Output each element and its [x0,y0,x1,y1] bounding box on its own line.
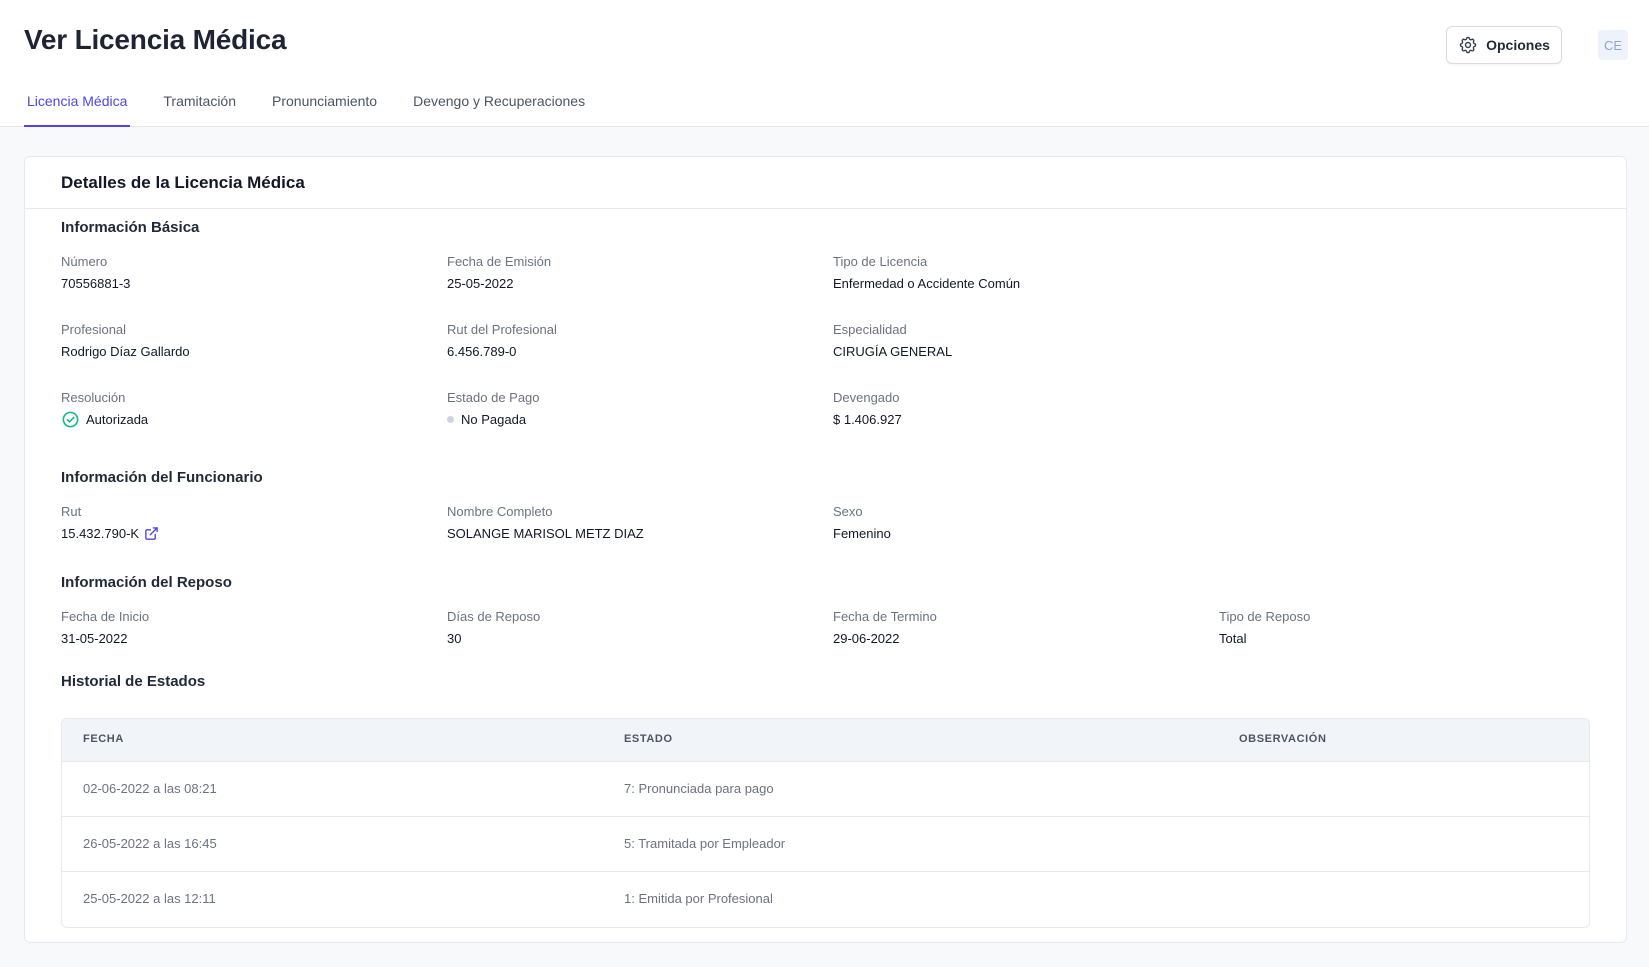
field-label: Profesional [61,322,127,337]
column-header-fecha: FECHA [83,733,124,745]
field-label: Tipo de Reposo [1219,609,1311,624]
gear-icon [1459,36,1477,54]
field-tipo-reposo: Tipo de Reposo Total [1219,609,1310,646]
field-value: 30 [447,630,462,646]
resolution-status: Autorizada [61,411,148,427]
field-rut: Rut 15.432.790-K [61,504,159,541]
field-numero: Número 70556881-3 [61,254,130,291]
cell-fecha: 26-05-2022 a las 16:45 [83,836,217,851]
field-value: Total [1219,630,1247,646]
field-devengado: Devengado $ 1.406.927 [833,390,902,427]
field-value: SOLANGE MARISOL METZ DIAZ [447,525,644,541]
tab-licencia-medica[interactable]: Licencia Médica [24,86,131,127]
field-estado-pago: Estado de Pago No Pagada [447,390,540,427]
details-card: Detalles de la Licencia Médica Informaci… [24,156,1627,943]
cell-estado: 7: Pronunciada para pago [624,781,774,796]
payment-status-label: No Pagada [461,411,527,427]
section-title-basic: Información Básica [61,219,200,236]
field-nombre-completo: Nombre Completo SOLANGE MARISOL METZ DIA… [447,504,644,541]
column-header-observacion: OBSERVACIÓN [1239,733,1327,745]
status-dot-icon [447,415,454,423]
field-value: 29-06-2022 [833,630,900,646]
table-header: FECHA ESTADO OBSERVACIÓN [62,719,1589,762]
field-value: Rodrigo Díaz Gallardo [61,343,190,359]
section-title-historial: Historial de Estados [61,673,206,690]
field-value: 25-05-2022 [447,275,514,291]
cell-fecha: 25-05-2022 a las 12:11 [83,891,216,906]
field-value: CIRUGÍA GENERAL [833,343,953,359]
table-row: 02-06-2022 a las 08:21 7: Pronunciada pa… [62,762,1589,817]
field-label: Devengado [833,390,900,405]
field-resolucion: Resolución Autorizada [61,390,148,427]
field-label: Rut [61,504,82,519]
external-link-icon[interactable] [144,526,159,541]
avatar[interactable]: CE [1598,30,1628,60]
field-tipo-licencia: Tipo de Licencia Enfermedad o Accidente … [833,254,1020,291]
field-fecha-inicio: Fecha de Inicio 31-05-2022 [61,609,149,646]
field-especialidad: Especialidad CIRUGÍA GENERAL [833,322,952,359]
payment-status: No Pagada [447,411,540,427]
options-button[interactable]: Opciones [1446,26,1562,64]
column-header-estado: ESTADO [624,733,673,745]
field-label: Rut del Profesional [447,322,557,337]
section-title-funcionario: Información del Funcionario [61,469,263,486]
field-value: 6.456.789-0 [447,343,517,359]
field-label: Número [61,254,108,269]
field-label: Días de Reposo [447,609,541,624]
field-label: Tipo de Licencia [833,254,928,269]
field-label: Estado de Pago [447,390,540,405]
cell-estado: 1: Emitida por Profesional [624,891,773,906]
tab-bar: Licencia Médica Tramitación Pronunciamie… [24,86,618,127]
rut-value: 15.432.790-K [61,525,140,541]
tab-devengo-recuperaciones[interactable]: Devengo y Recuperaciones [410,86,588,127]
field-label: Especialidad [833,322,907,337]
field-fecha-termino: Fecha de Termino 29-06-2022 [833,609,937,646]
field-label: Nombre Completo [447,504,553,519]
tab-pronunciamiento[interactable]: Pronunciamiento [269,86,380,127]
field-value: Femenino [833,525,891,541]
status-history-table: FECHA ESTADO OBSERVACIÓN 02-06-2022 a la… [61,718,1590,928]
field-sexo: Sexo Femenino [833,504,891,541]
field-label: Resolución [61,390,126,405]
field-label: Fecha de Inicio [61,609,150,624]
table-row: 26-05-2022 a las 16:45 5: Tramitada por … [62,817,1589,872]
field-label: Sexo [833,504,863,519]
table-row: 25-05-2022 a las 12:11 1: Emitida por Pr… [62,872,1589,927]
field-value: 70556881-3 [61,275,131,291]
field-value: 31-05-2022 [61,630,128,646]
top-bar: Ver Licencia Médica Opciones CE Licencia… [0,0,1649,127]
field-profesional: Profesional Rodrigo Díaz Gallardo [61,322,190,359]
field-dias-reposo: Días de Reposo 30 [447,609,540,646]
resolution-status-label: Autorizada [86,411,149,427]
card-title: Detalles de la Licencia Médica [25,157,1626,209]
field-fecha-emision: Fecha de Emisión 25-05-2022 [447,254,551,291]
field-label: Fecha de Termino [833,609,937,624]
field-value: $ 1.406.927 [833,411,902,427]
cell-fecha: 02-06-2022 a las 08:21 [83,781,217,796]
tab-tramitacion[interactable]: Tramitación [160,86,239,127]
cell-estado: 5: Tramitada por Empleador [624,836,786,851]
field-value: 15.432.790-K [61,525,159,541]
section-title-reposo: Información del Reposo [61,574,232,591]
options-button-label: Opciones [1486,37,1550,53]
field-label: Fecha de Emisión [447,254,552,269]
page-title: Ver Licencia Médica [24,24,287,55]
field-value: Enfermedad o Accidente Común [833,275,1021,291]
field-rut-profesional: Rut del Profesional 6.456.789-0 [447,322,557,359]
check-circle-icon [62,411,79,427]
